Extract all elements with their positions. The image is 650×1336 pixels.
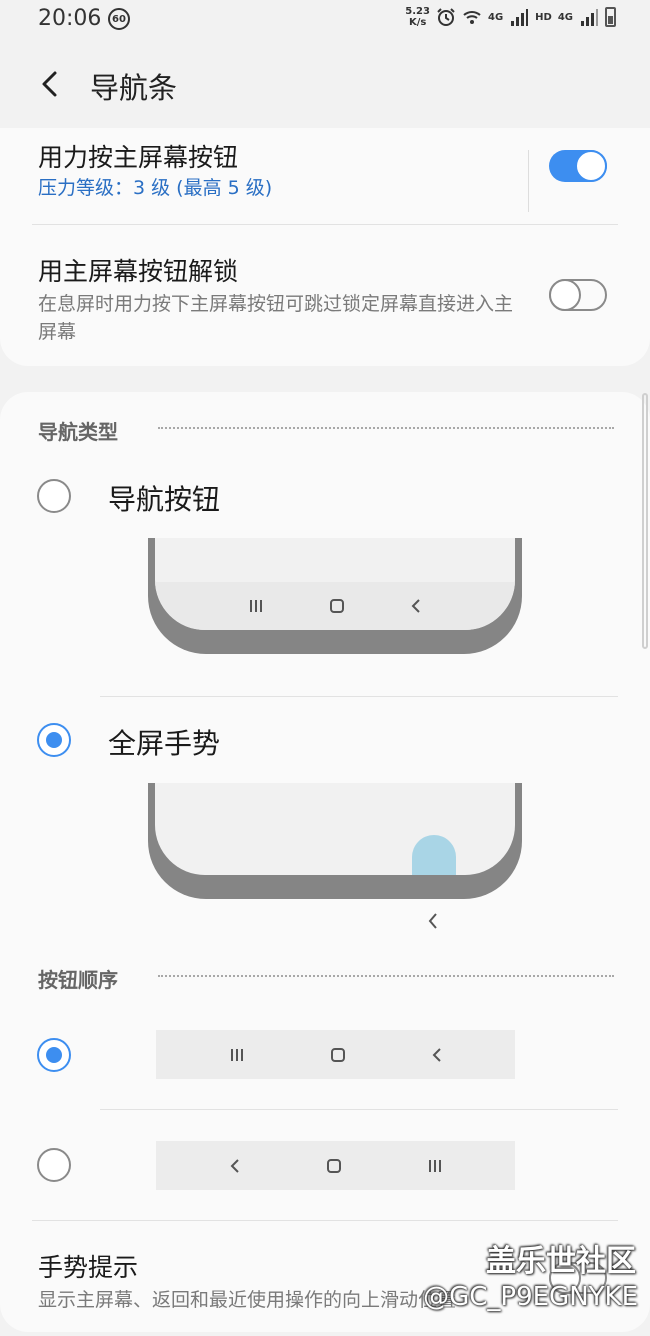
status-bar: 20:06 60 5.23 K/s 4G HD 4G [0,0,650,40]
back-icon [229,1158,241,1174]
row-divider-vertical [528,150,529,212]
status-time: 20:06 [38,6,102,31]
button-order-header: 按钮顺序 [38,968,118,992]
back-icon [427,912,439,930]
recents-icon [427,1159,443,1173]
nav-type-header: 导航类型 [38,420,118,444]
home-icon [326,1158,342,1174]
battery-icon [605,7,616,27]
gestures-preview [148,783,522,899]
wifi-icon [463,11,481,24]
recents-icon [229,1048,245,1062]
home-icon [329,598,345,614]
signal-icon [581,9,598,26]
nav-buttons-preview [148,538,522,654]
preview-nav-bar [155,582,515,630]
recents-icon [248,599,264,613]
order-option-2-radio[interactable] [37,1148,71,1182]
scrollbar[interactable] [642,393,648,649]
press-home-title: 用力按主屏幕按钮 [38,143,239,172]
gestures-label: 全屏手势 [108,727,221,760]
divider [32,1220,618,1221]
hd-label: HD [535,11,552,23]
watermark-title: 盖乐世社区 [486,1244,636,1279]
navigation-type-card: 导航类型 导航按钮 全屏手势 按钮顺序 手势提示 显示主屏幕、返回和最近使用操作… [0,392,650,1332]
section-dotted-line [158,975,614,977]
divider [32,224,618,225]
network-speed: 5.23 K/s [405,6,430,28]
nav-buttons-radio[interactable] [37,479,71,513]
unlock-home-toggle[interactable] [549,279,607,311]
unlock-home-description: 在息屏时用力按下主屏幕按钮可跳过锁定屏幕直接进入主屏幕 [38,293,514,343]
gestures-radio[interactable] [37,723,71,757]
home-button-settings-card: 用力按主屏幕按钮 压力等级：3 级 (最高 5 级) 用主屏幕按钮解锁 在息屏时… [0,128,650,366]
divider [100,1109,618,1110]
back-button[interactable] [30,64,70,104]
sim2-network-label: 4G [557,11,573,23]
back-icon [410,598,422,614]
pressure-level-text: 压力等级：3 级 (最高 5 级) [38,177,273,199]
order-option-1-preview[interactable] [156,1030,515,1079]
page-title: 导航条 [90,71,178,105]
press-home-toggle[interactable] [549,150,607,182]
order-option-2-preview[interactable] [156,1141,515,1190]
sim1-network-label: 4G [487,11,504,23]
signal-icon [511,9,529,26]
alarm-icon [437,8,455,26]
app-bar: 导航条 [0,50,650,120]
gesture-swipe-area [412,835,456,875]
unlock-home-title: 用主屏幕按钮解锁 [38,257,239,286]
order-option-1-radio[interactable] [37,1038,71,1072]
gesture-hint-title: 手势提示 [38,1253,139,1282]
section-dotted-line [158,427,614,429]
watermark-handle: @GC_P9EGNYKE [423,1282,638,1312]
home-icon [330,1047,346,1063]
chevron-left-icon [42,71,57,97]
gesture-hint-description: 显示主屏幕、返回和最近使用操作的向上滑动位置 [38,1289,457,1311]
refresh-rate-badge: 60 [108,8,130,30]
back-icon [431,1047,443,1063]
nav-buttons-label: 导航按钮 [108,483,221,516]
divider [100,696,618,697]
